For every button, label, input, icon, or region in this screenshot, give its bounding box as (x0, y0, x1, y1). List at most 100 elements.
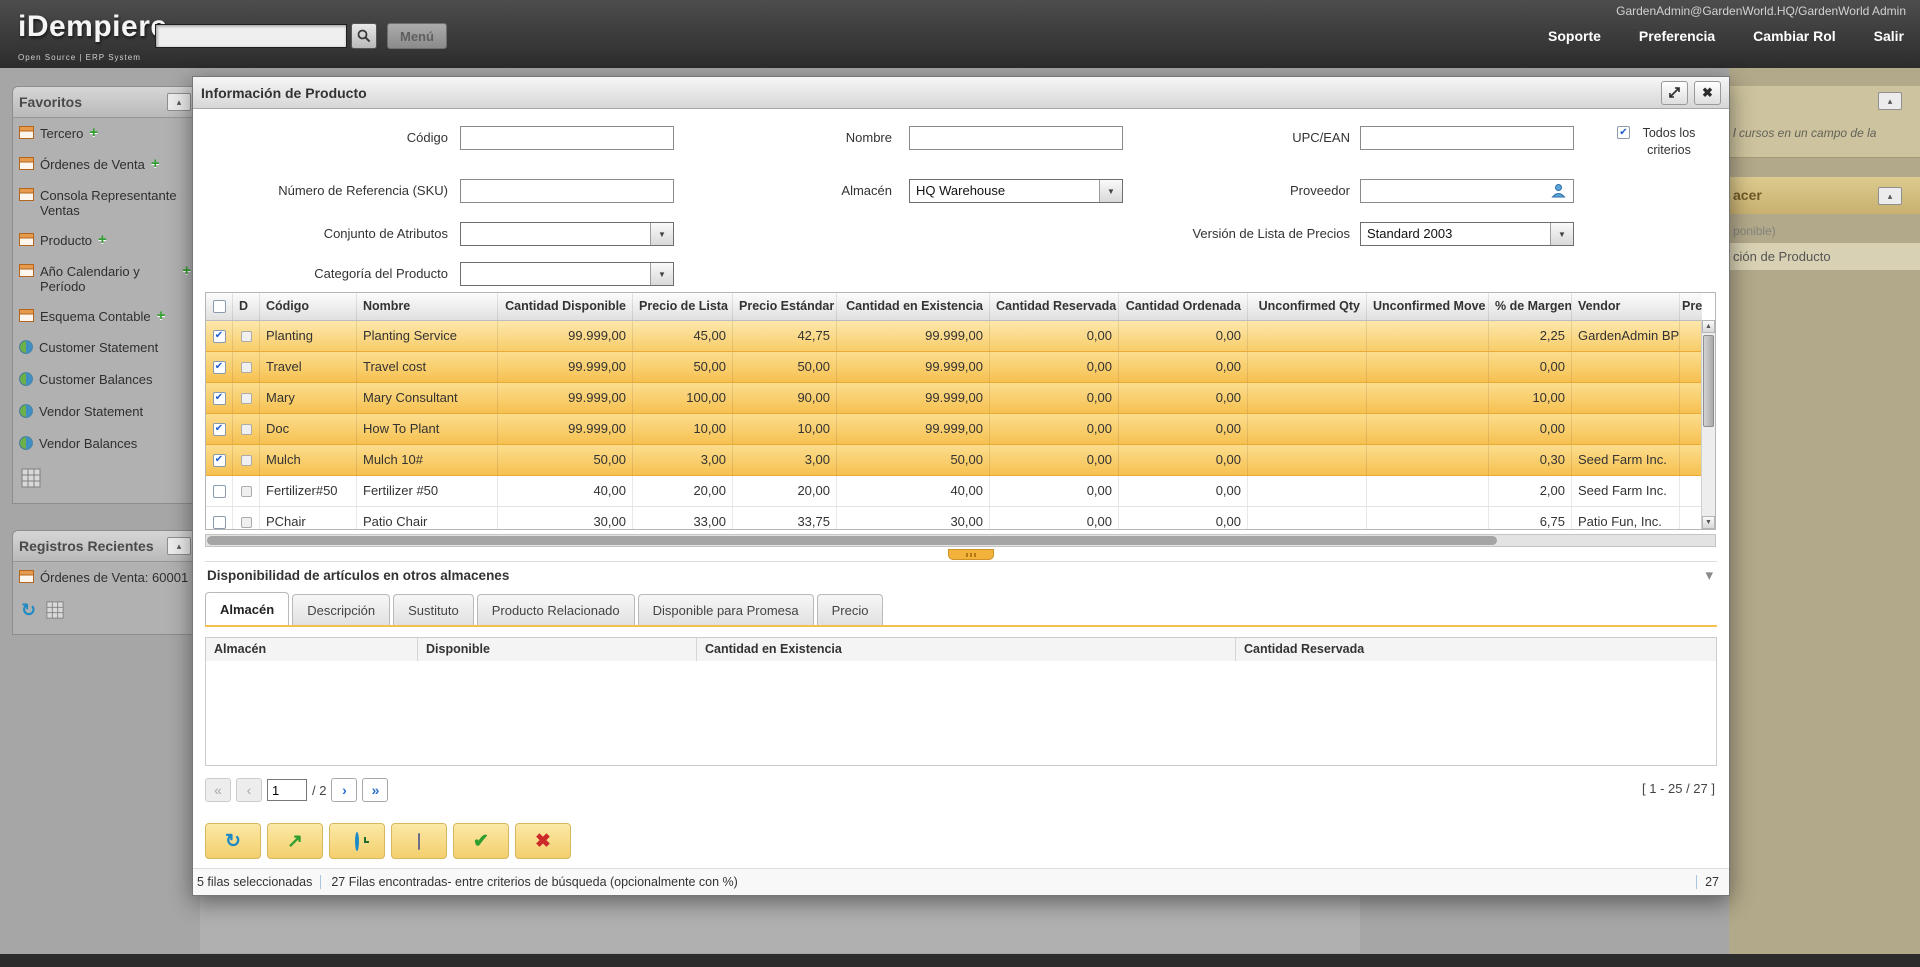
sidebar-item-tercero[interactable]: Tercero+ (13, 118, 197, 149)
close-icon[interactable]: ✖ (1694, 81, 1721, 105)
zoom-button[interactable]: ↗ (267, 823, 323, 859)
sidebar-item-customer-balances[interactable]: Customer Balances (13, 364, 197, 396)
person-icon[interactable] (1550, 182, 1567, 202)
sidebar-item-a-o-calendario-y-per-odo[interactable]: Año Calendario y Período+ (13, 256, 197, 301)
column-header-cantidad-reservada[interactable]: Cantidad Reservada (990, 293, 1119, 320)
chevron-down-icon[interactable]: ▾ (1705, 566, 1713, 584)
select-all-checkbox[interactable] (213, 300, 226, 313)
row-select-checkbox[interactable]: ✔ (213, 330, 226, 343)
plus-icon[interactable]: + (98, 233, 107, 246)
tab-sustituto[interactable]: Sustituto (393, 594, 474, 625)
column-header-precio-est-ndar[interactable]: Precio Estándar (733, 293, 837, 320)
scrollbar-thumb[interactable] (207, 536, 1497, 545)
chevron-down-icon[interactable]: ▼ (650, 263, 673, 285)
history-button[interactable] (329, 823, 385, 859)
sidebar-item-vendor-balances[interactable]: Vendor Balances (13, 428, 197, 460)
previous-page-icon[interactable]: ‹ (236, 778, 262, 802)
table-row[interactable]: PChairPatio Chair30,0033,0033,7530,000,0… (206, 507, 1702, 530)
scroll-up-icon[interactable]: ▲ (1702, 320, 1715, 333)
row-select-checkbox[interactable]: ✔ (213, 454, 226, 467)
plus-icon[interactable]: + (182, 264, 191, 277)
topbar-link-salir[interactable]: Salir (1874, 28, 1904, 44)
dialog-titlebar[interactable]: Información de Producto ✖ (193, 77, 1729, 109)
collapse-icon[interactable]: ▴ (1878, 187, 1902, 205)
row-select-checkbox[interactable]: ✔ (213, 392, 226, 405)
all-criteria-checkbox[interactable]: ✔ (1617, 126, 1630, 139)
sidebar-item-producto[interactable]: Producto+ (13, 225, 197, 256)
search-icon[interactable] (351, 23, 377, 49)
topbar-link-cambiar-rol[interactable]: Cambiar Rol (1753, 28, 1835, 44)
upc-input[interactable] (1360, 126, 1574, 150)
horizontal-scrollbar[interactable] (205, 534, 1716, 547)
warehouse-combo[interactable]: HQ Warehouse ▼ (909, 179, 1123, 203)
column-header-unconfirmed-move[interactable]: Unconfirmed Move (1367, 293, 1489, 320)
splitter-handle[interactable] (948, 549, 994, 560)
availability-column-almac-n[interactable]: Almacén (206, 638, 418, 661)
column-header-cantidad-disponible[interactable]: Cantidad Disponible (498, 293, 633, 320)
column-header-cantidad-ordenada[interactable]: Cantidad Ordenada (1119, 293, 1248, 320)
tab-precio[interactable]: Precio (817, 594, 884, 625)
sidebar-item-vendor-statement[interactable]: Vendor Statement (13, 396, 197, 428)
tab-descripci-n[interactable]: Descripción (292, 594, 390, 625)
row-select-checkbox[interactable] (213, 485, 226, 498)
right-panel-item[interactable]: ción de Producto (1729, 243, 1920, 270)
availability-column-cantidad-reservada[interactable]: Cantidad Reservada (1236, 638, 1716, 661)
column-header-preci[interactable]: Preci (1680, 293, 1702, 320)
menu-button[interactable]: Menú (387, 23, 447, 49)
tab-producto-relacionado[interactable]: Producto Relacionado (477, 594, 635, 625)
table-row[interactable]: ✔DocHow To Plant99.999,0010,0010,0099.99… (206, 414, 1702, 445)
recent-item-rdenes-de-venta-60001[interactable]: Órdenes de Venta: 60001 (13, 562, 197, 593)
collapse-icon[interactable]: ▴ (1878, 92, 1902, 110)
refresh-icon[interactable]: ↻ (21, 601, 36, 622)
sidebar-item-esquema-contable[interactable]: Esquema Contable+ (13, 301, 197, 332)
availability-column-disponible[interactable]: Disponible (418, 638, 697, 661)
plus-icon[interactable]: + (151, 157, 160, 170)
codigo-input[interactable] (460, 126, 674, 150)
tab-almac-n[interactable]: Almacén (205, 592, 289, 625)
column-header-c-digo[interactable]: Código (260, 293, 357, 320)
availability-section-header[interactable]: Disponibilidad de artículos en otros alm… (205, 561, 1717, 592)
collapse-icon[interactable]: ▴ (167, 93, 191, 111)
pricelist-combo[interactable]: Standard 2003 ▼ (1360, 222, 1574, 246)
availability-column-cantidad-en-existencia[interactable]: Cantidad en Existencia (697, 638, 1236, 661)
grid-icon[interactable] (21, 468, 41, 491)
column-header-vendor[interactable]: Vendor (1572, 293, 1680, 320)
sku-input[interactable] (460, 179, 674, 203)
confirm-button[interactable]: ✔ (453, 823, 509, 859)
page-number-input[interactable] (267, 779, 307, 801)
topbar-link-preferencia[interactable]: Preferencia (1639, 28, 1715, 44)
chevron-down-icon[interactable]: ▼ (1550, 223, 1573, 245)
chevron-down-icon[interactable]: ▼ (1099, 180, 1122, 202)
plus-icon[interactable]: + (89, 126, 98, 139)
vendor-input[interactable] (1360, 179, 1574, 203)
delete-button[interactable] (391, 823, 447, 859)
row-select-checkbox[interactable]: ✔ (213, 361, 226, 374)
table-row[interactable]: ✔MulchMulch 10#50,003,003,0050,000,000,0… (206, 445, 1702, 476)
attribute-set-combo[interactable]: ▼ (460, 222, 674, 246)
column-header-d[interactable]: D (233, 293, 260, 320)
vertical-scrollbar[interactable]: ▲ ▼ (1701, 320, 1715, 529)
column-header-de-margen[interactable]: % de Margen (1489, 293, 1572, 320)
column-header-nombre[interactable]: Nombre (357, 293, 498, 320)
column-header-precio-de-lista[interactable]: Precio de Lista (633, 293, 733, 320)
global-search-input[interactable] (155, 24, 347, 48)
scrollbar-thumb[interactable] (1703, 335, 1714, 427)
maximize-icon[interactable] (1661, 81, 1688, 105)
topbar-link-soporte[interactable]: Soporte (1548, 28, 1601, 44)
table-row[interactable]: Fertilizer#50Fertilizer #5040,0020,0020,… (206, 476, 1702, 507)
plus-icon[interactable]: + (157, 309, 166, 322)
tab-disponible-para-promesa[interactable]: Disponible para Promesa (638, 594, 814, 625)
chevron-down-icon[interactable]: ▼ (650, 223, 673, 245)
sidebar-item-rdenes-de-venta[interactable]: Órdenes de Venta+ (13, 149, 197, 180)
column-header-select[interactable] (206, 293, 233, 320)
collapse-icon[interactable]: ▴ (167, 537, 191, 555)
next-page-icon[interactable]: › (331, 778, 357, 802)
last-page-icon[interactable]: » (362, 778, 388, 802)
column-header-unconfirmed-qty[interactable]: Unconfirmed Qty (1248, 293, 1367, 320)
table-row[interactable]: ✔MaryMary Consultant99.999,00100,0090,00… (206, 383, 1702, 414)
grid-icon[interactable] (46, 601, 64, 622)
sidebar-item-consola-representante-ventas[interactable]: Consola Representante Ventas (13, 180, 197, 225)
cancel-button[interactable]: ✖ (515, 823, 571, 859)
product-category-combo[interactable]: ▼ (460, 262, 674, 286)
row-select-checkbox[interactable] (213, 516, 226, 529)
